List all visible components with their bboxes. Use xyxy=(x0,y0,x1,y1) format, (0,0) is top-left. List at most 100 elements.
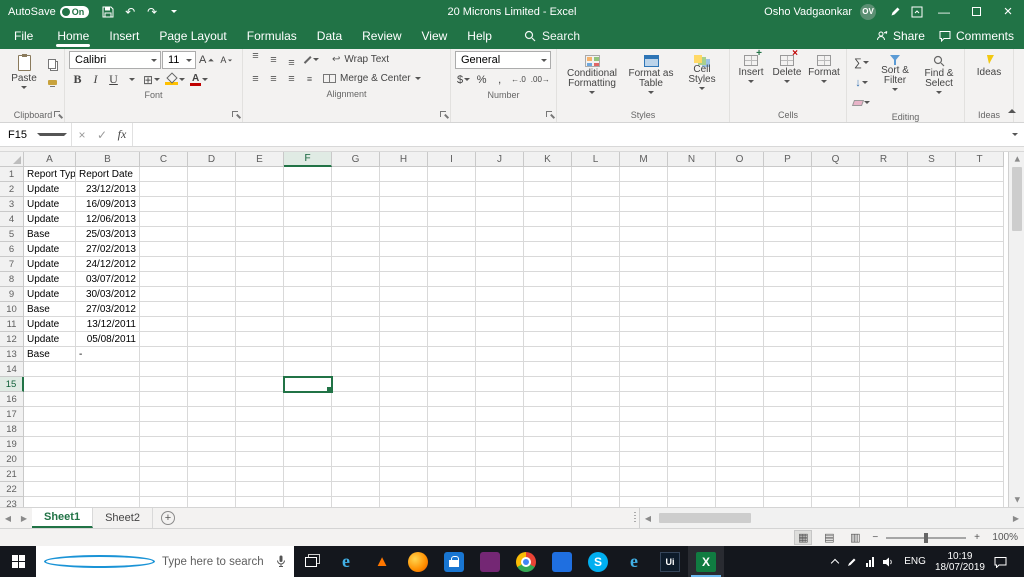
align-right-button[interactable]: ≡ xyxy=(283,70,300,87)
cell-P1[interactable] xyxy=(764,167,812,182)
cell-T11[interactable] xyxy=(956,317,1004,332)
cell-T3[interactable] xyxy=(956,197,1004,212)
user-name[interactable]: Osho Vadgaonkar xyxy=(764,6,852,18)
cell-T8[interactable] xyxy=(956,272,1004,287)
cell-P4[interactable] xyxy=(764,212,812,227)
cell-I19[interactable] xyxy=(428,437,476,452)
cell-N23[interactable] xyxy=(668,497,716,507)
cell-D11[interactable] xyxy=(188,317,236,332)
task-view-button[interactable] xyxy=(294,546,328,577)
cell-E8[interactable] xyxy=(236,272,284,287)
cell-F9[interactable] xyxy=(284,287,332,302)
tab-data[interactable]: Data xyxy=(307,23,352,49)
cell-T10[interactable] xyxy=(956,302,1004,317)
cell-G11[interactable] xyxy=(332,317,380,332)
number-format-combo[interactable]: General xyxy=(455,51,551,69)
taskbar-blue-icon[interactable] xyxy=(544,546,580,577)
cell-E21[interactable] xyxy=(236,467,284,482)
cell-E1[interactable] xyxy=(236,167,284,182)
insert-cells-button[interactable]: Insert xyxy=(734,49,768,108)
clear-button[interactable] xyxy=(851,94,872,111)
cell-G10[interactable] xyxy=(332,302,380,317)
cell-J8[interactable] xyxy=(476,272,524,287)
cell-S10[interactable] xyxy=(908,302,956,317)
cell-N7[interactable] xyxy=(668,257,716,272)
column-header-K[interactable]: K xyxy=(524,152,572,167)
tab-help[interactable]: Help xyxy=(457,23,502,49)
cell-L5[interactable] xyxy=(572,227,620,242)
cell-A15[interactable] xyxy=(24,377,76,392)
cell-N11[interactable] xyxy=(668,317,716,332)
cell-M5[interactable] xyxy=(620,227,668,242)
cell-B15[interactable] xyxy=(76,377,140,392)
delete-cells-button[interactable]: Delete xyxy=(770,49,804,108)
cell-S11[interactable] xyxy=(908,317,956,332)
zoom-slider[interactable] xyxy=(886,532,967,543)
cell-A2[interactable]: Update xyxy=(24,182,76,197)
cell-D13[interactable] xyxy=(188,347,236,362)
cell-D17[interactable] xyxy=(188,407,236,422)
cell-S23[interactable] xyxy=(908,497,956,507)
cell-Q18[interactable] xyxy=(812,422,860,437)
cell-F11[interactable] xyxy=(284,317,332,332)
cell-I5[interactable] xyxy=(428,227,476,242)
cell-R9[interactable] xyxy=(860,287,908,302)
cell-A17[interactable] xyxy=(24,407,76,422)
cell-Q16[interactable] xyxy=(812,392,860,407)
cell-N22[interactable] xyxy=(668,482,716,497)
cell-B6[interactable]: 27/02/2013 xyxy=(76,242,140,257)
column-header-B[interactable]: B xyxy=(76,152,140,167)
scroll-down-icon[interactable]: ▶ xyxy=(1011,497,1021,502)
row-header-13[interactable]: 13 xyxy=(0,347,24,362)
cell-B4[interactable]: 12/06/2013 xyxy=(76,212,140,227)
cell-S2[interactable] xyxy=(908,182,956,197)
cell-I13[interactable] xyxy=(428,347,476,362)
cell-M3[interactable] xyxy=(620,197,668,212)
cell-A16[interactable] xyxy=(24,392,76,407)
cell-P18[interactable] xyxy=(764,422,812,437)
column-header-I[interactable]: I xyxy=(428,152,476,167)
cell-L11[interactable] xyxy=(572,317,620,332)
cell-K23[interactable] xyxy=(524,497,572,507)
tab-review[interactable]: Review xyxy=(352,23,411,49)
cell-I11[interactable] xyxy=(428,317,476,332)
tab-home[interactable]: Home xyxy=(47,23,99,49)
percent-style-button[interactable]: % xyxy=(473,71,490,88)
cell-L8[interactable] xyxy=(572,272,620,287)
cell-R12[interactable] xyxy=(860,332,908,347)
ideas-button[interactable]: Ideas xyxy=(969,51,1009,108)
bold-button[interactable]: B xyxy=(69,71,86,88)
cell-M12[interactable] xyxy=(620,332,668,347)
cell-K1[interactable] xyxy=(524,167,572,182)
cell-R10[interactable] xyxy=(860,302,908,317)
cell-H6[interactable] xyxy=(380,242,428,257)
cell-T15[interactable] xyxy=(956,377,1004,392)
row-header-20[interactable]: 20 xyxy=(0,452,24,467)
cell-T2[interactable] xyxy=(956,182,1004,197)
shrink-font-button[interactable]: A xyxy=(218,52,235,69)
cell-L16[interactable] xyxy=(572,392,620,407)
cell-G8[interactable] xyxy=(332,272,380,287)
cell-D4[interactable] xyxy=(188,212,236,227)
cell-P10[interactable] xyxy=(764,302,812,317)
cell-T21[interactable] xyxy=(956,467,1004,482)
cell-R5[interactable] xyxy=(860,227,908,242)
cell-B19[interactable] xyxy=(76,437,140,452)
cell-L9[interactable] xyxy=(572,287,620,302)
share-button[interactable]: Share xyxy=(876,29,925,43)
cell-F4[interactable] xyxy=(284,212,332,227)
cell-J23[interactable] xyxy=(476,497,524,507)
cell-Q1[interactable] xyxy=(812,167,860,182)
cell-K10[interactable] xyxy=(524,302,572,317)
cell-J3[interactable] xyxy=(476,197,524,212)
cell-M21[interactable] xyxy=(620,467,668,482)
cell-B13[interactable]: - xyxy=(76,347,140,362)
cell-L10[interactable] xyxy=(572,302,620,317)
cell-O10[interactable] xyxy=(716,302,764,317)
cell-E6[interactable] xyxy=(236,242,284,257)
cell-E2[interactable] xyxy=(236,182,284,197)
cell-G23[interactable] xyxy=(332,497,380,507)
cell-E9[interactable] xyxy=(236,287,284,302)
normal-view-button[interactable]: ▦ xyxy=(794,530,813,545)
tray-pen-icon[interactable] xyxy=(847,557,857,567)
